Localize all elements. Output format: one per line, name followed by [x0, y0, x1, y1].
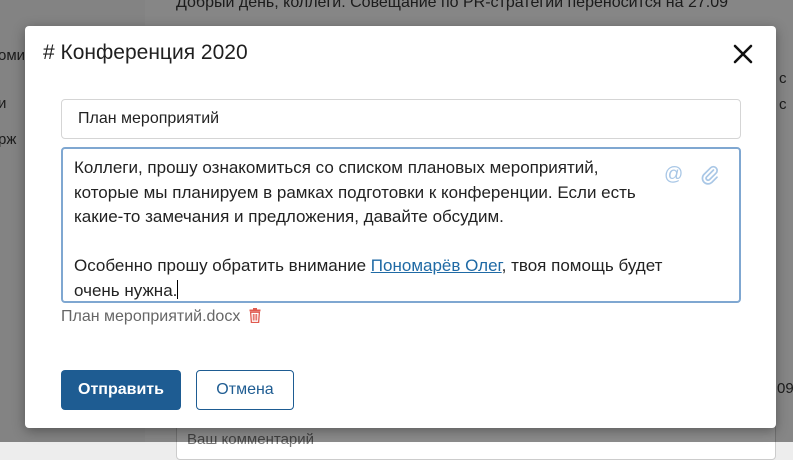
- message-text-before: Особенно прошу обратить внимание: [74, 256, 371, 275]
- subject-input[interactable]: [61, 99, 741, 139]
- paperclip-icon[interactable]: [700, 164, 720, 186]
- close-icon: [733, 44, 753, 64]
- cancel-button[interactable]: Отмена: [196, 370, 294, 410]
- paperclip-icon-graphic: [701, 165, 718, 185]
- at-icon[interactable]: @: [664, 164, 683, 186]
- dialog-title: # Конференция 2020: [43, 41, 248, 64]
- send-button[interactable]: Отправить: [61, 370, 181, 410]
- message-paragraph: Коллеги, прошу ознакомиться со списком п…: [74, 158, 636, 226]
- message-text[interactable]: Коллеги, прошу ознакомиться со списком п…: [74, 156, 664, 303]
- new-post-dialog: # Конференция 2020 Коллеги, прошу ознако…: [25, 26, 776, 428]
- message-editor[interactable]: Коллеги, прошу ознакомиться со списком п…: [61, 147, 741, 303]
- trash-icon-graphic: [249, 308, 261, 324]
- user-mention-link[interactable]: Пономарёв Олег: [371, 256, 502, 275]
- close-button[interactable]: [731, 42, 755, 66]
- text-caret: [177, 279, 179, 299]
- trash-icon[interactable]: [249, 308, 261, 328]
- message-paragraph: Особенно прошу обратить внимание Пономар…: [74, 254, 664, 303]
- attachment-filename: План мероприятий.docx: [61, 308, 241, 325]
- attachment-item: План мероприятий.docx: [61, 308, 261, 328]
